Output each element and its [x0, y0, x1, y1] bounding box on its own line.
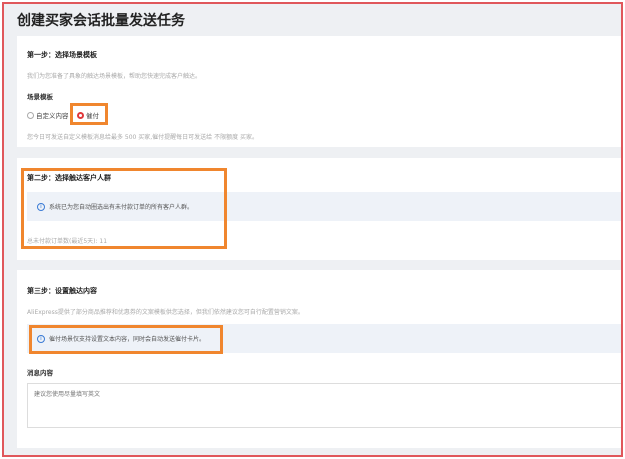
step3-card: 第三步：设置触达内容 AliExpress提供了部分商品推荐和优惠券的文案模板供… [17, 270, 621, 448]
message-content-label: 消息内容 [27, 369, 53, 377]
page-frame: 创建买家会话批量发送任务 第一步：选择场景模板 我们为您准备了具象的触达场景模板… [2, 2, 623, 457]
step1-desc: 我们为您准备了具象的触达场景模板，帮助您快速完成客户触达。 [27, 73, 202, 80]
step1-card: 第一步：选择场景模板 我们为您准备了具象的触达场景模板，帮助您快速完成客户触达。… [17, 36, 621, 147]
step1-title: 第一步：选择场景模板 [27, 51, 97, 59]
step3-title: 第三步：设置触达内容 [27, 287, 97, 295]
radio-custom-content[interactable]: 自定义内容 [27, 110, 69, 120]
highlight-box [29, 325, 223, 354]
step2-card: 第二步：选择触达客户人群 i 系统已为您自动圈选出有未付款订单的所有客户人群。 总… [17, 158, 621, 260]
page-title: 创建买家会话批量发送任务 [17, 13, 185, 29]
highlight-box [21, 168, 227, 249]
step1-note: 您今日可发送自定义模板消息给最多 500 买家,催付提醒每日可发送给 不限额度 … [27, 134, 258, 141]
radio-label: 自定义内容 [36, 112, 69, 120]
scene-template-label: 场景模板 [27, 93, 53, 101]
step3-desc: AliExpress提供了部分商品推荐和优惠券的文案模板供您选择，但我们依然建议… [27, 309, 304, 316]
highlight-box [70, 103, 108, 125]
radio-icon [27, 111, 34, 119]
message-content-input[interactable] [27, 383, 621, 428]
